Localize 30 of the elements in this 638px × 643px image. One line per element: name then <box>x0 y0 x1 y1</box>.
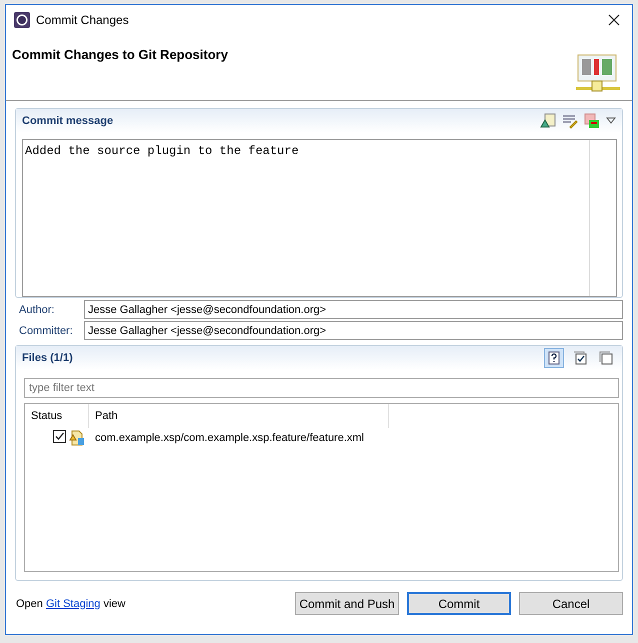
commit-button[interactable]: Commit <box>407 592 511 615</box>
author-field[interactable]: Jesse Gallagher <jesse@secondfoundation.org> <box>84 300 623 319</box>
file-checkbox[interactable] <box>53 430 66 443</box>
checkbox-checked-icon <box>573 351 587 365</box>
column-header[interactable]: Status <box>25 404 89 428</box>
untracked-files-toggle[interactable] <box>544 348 564 368</box>
column-header[interactable]: Path <box>89 404 389 428</box>
commit-message-field[interactable]: Added the source plugin to the feature <box>22 139 617 297</box>
section-title: Commit message <box>22 115 114 127</box>
dialog-heading: Commit Changes to Git Repository <box>12 47 228 64</box>
window-title: Commit Changes <box>36 13 130 27</box>
file-status-icon <box>69 430 85 446</box>
field-label: Committer: <box>18 324 74 336</box>
question-icon <box>547 351 561 365</box>
checkbox-empty-icon <box>599 351 613 365</box>
commit-message-text: Added the source plugin to the feature <box>24 143 300 160</box>
file-path[interactable]: com.example.xsp/com.example.xsp.feature/feature.xml <box>89 432 364 444</box>
cancel-button[interactable]: Cancel <box>519 592 623 615</box>
dropdown-icon[interactable] <box>606 117 616 125</box>
pencil-icon[interactable] <box>562 113 578 129</box>
commit-and-push-button[interactable]: Commit and Push <box>295 592 399 615</box>
app-icon <box>14 12 30 28</box>
open-staging-text: Open Git Staging view <box>16 598 126 610</box>
document-icon[interactable] <box>540 113 556 129</box>
section-title: Files (1/1) <box>22 352 73 364</box>
close-icon[interactable] <box>608 14 620 26</box>
git-staging-link[interactable]: Git Staging <box>46 598 100 610</box>
field-label: Author: <box>18 304 56 316</box>
filter-field[interactable]: type filter text <box>24 378 619 398</box>
committer-field[interactable]: Jesse Gallagher <jesse@secondfoundation.org> <box>84 321 623 340</box>
